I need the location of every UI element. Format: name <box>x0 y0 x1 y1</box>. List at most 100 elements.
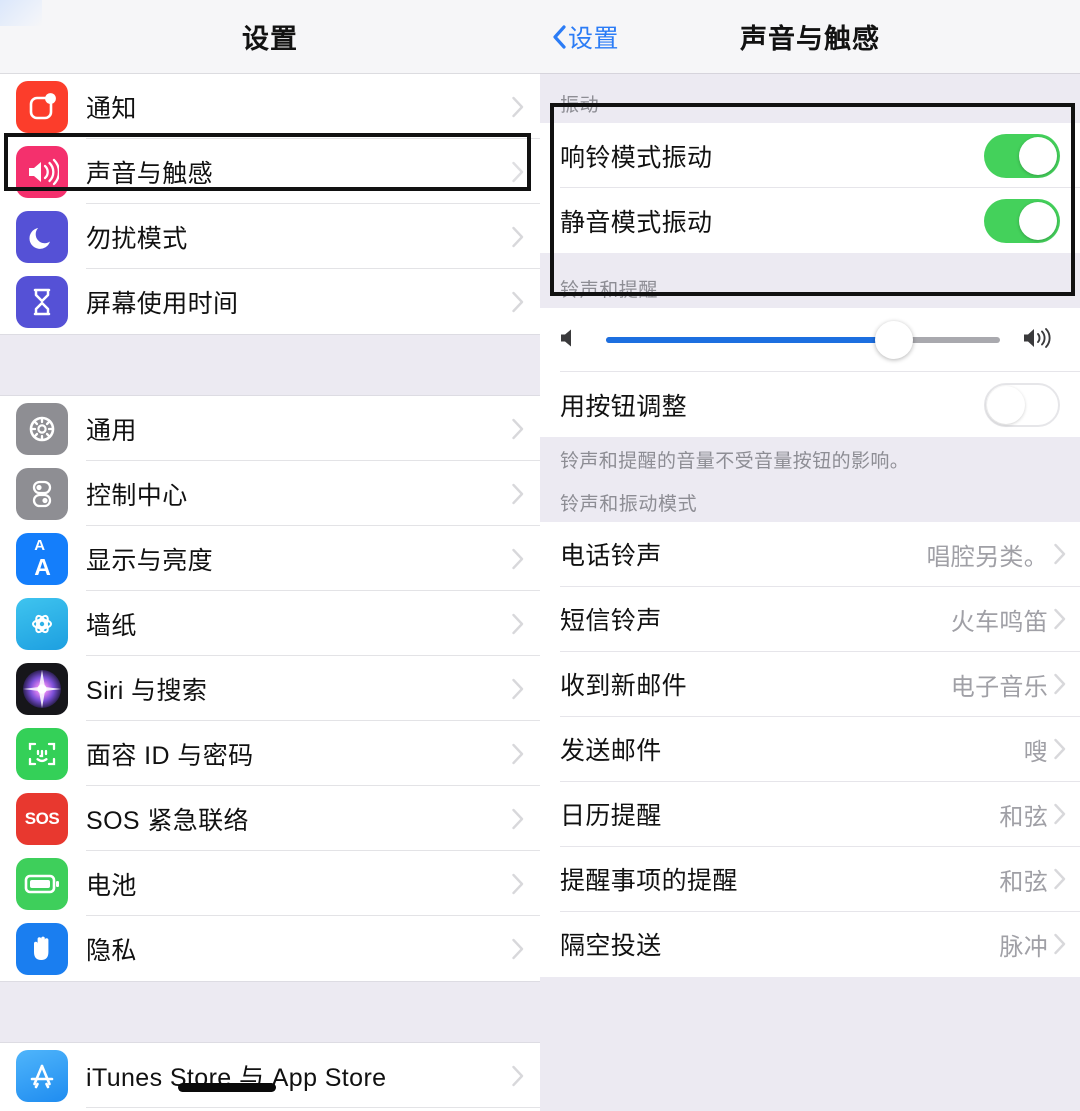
sounds-group-header: 铃声和振动模式 <box>540 484 1080 522</box>
display-brightness-icon: AA <box>16 532 68 585</box>
row-airdrop[interactable]: 隔空投送 脉冲 <box>540 911 1080 977</box>
app-store-icon <box>16 1049 68 1102</box>
sidebar-item-battery[interactable]: 电池 <box>0 851 540 916</box>
chevron-right-icon <box>512 613 524 634</box>
row-label: 隔空投送 <box>560 932 662 961</box>
vibration-group: 响铃模式振动 静音模式振动 <box>540 123 1080 253</box>
row-value: 嗖 <box>1023 738 1048 766</box>
sidebar-item-privacy[interactable]: 隐私 <box>0 916 540 981</box>
chevron-right-icon <box>512 161 524 182</box>
sound-haptics-icon <box>16 145 68 198</box>
chevron-right-icon <box>1054 738 1066 760</box>
sidebar-section-divider-1 <box>0 334 540 396</box>
chevron-right-icon <box>512 938 524 959</box>
toggle-knob <box>1019 201 1057 240</box>
row-new-mail[interactable]: 收到新邮件 电子音乐 <box>540 651 1080 717</box>
sidebar-item-itunes-app-store[interactable]: iTunes Store 与 App Store <box>0 1043 540 1108</box>
row-label: 电话铃声 <box>560 542 662 571</box>
row-vibrate-on-silent[interactable]: 静音模式振动 <box>540 188 1080 253</box>
volume-high-icon <box>1022 325 1062 356</box>
chevron-right-icon <box>1054 608 1066 630</box>
sidebar-item-siri-search[interactable]: Siri 与搜索 <box>0 656 540 721</box>
settings-sidebar-panel: 设置 通知 声音与触感 勿扰模式 屏幕使用时间 通用 控制中心 A A 显示与亮… <box>0 0 540 1111</box>
chevron-right-icon <box>1054 673 1066 695</box>
row-label: 响铃模式振动 <box>560 143 713 172</box>
sidebar-item-label: 显示与亮度 <box>86 546 214 575</box>
chevron-right-icon <box>1054 803 1066 825</box>
vibrate-on-ring-toggle[interactable] <box>984 133 1060 178</box>
notifications-icon <box>16 80 68 133</box>
control-center-icon <box>16 467 68 520</box>
chevron-right-icon <box>512 1065 524 1086</box>
face-id-icon <box>16 727 68 780</box>
sidebar-item-label: 通用 <box>86 416 137 445</box>
toggle-knob <box>987 385 1025 424</box>
ringer-volume-slider-row[interactable] <box>540 308 1080 372</box>
sidebar-title: 设置 <box>242 24 298 54</box>
screen-time-icon <box>16 275 68 328</box>
chevron-right-icon <box>512 548 524 569</box>
sidebar-item-sound-haptics[interactable]: 声音与触感 <box>0 139 540 204</box>
row-text-tone[interactable]: 短信铃声 火车鸣笛 <box>540 586 1080 652</box>
row-vibrate-on-ring[interactable]: 响铃模式振动 <box>540 123 1080 188</box>
sidebar-item-general[interactable]: 通用 <box>0 396 540 461</box>
slider-thumb[interactable] <box>874 321 913 359</box>
chevron-right-icon <box>512 96 524 117</box>
sidebar-item-emergency-sos[interactable]: SOS SOS 紧急联络 <box>0 786 540 851</box>
sidebar-item-display-brightness[interactable]: AA 显示与亮度 <box>0 526 540 591</box>
siri-icon <box>16 662 68 715</box>
sidebar-item-label: Siri 与搜索 <box>86 676 208 705</box>
chevron-right-icon <box>1054 543 1066 565</box>
sidebar-item-wallpaper[interactable]: 墙纸 <box>0 591 540 656</box>
slider-fill <box>606 337 894 343</box>
chevron-right-icon <box>512 291 524 312</box>
sidebar-item-control-center[interactable]: 控制中心 <box>0 461 540 526</box>
sidebar-item-face-id-passcode[interactable]: 面容 ID 与密码 <box>0 721 540 786</box>
sidebar-item-label: 隐私 <box>86 936 137 965</box>
detail-title: 声音与触感 <box>740 24 880 54</box>
vibration-group-header: 振动 <box>540 74 1080 123</box>
sidebar-item-label: 电池 <box>86 871 137 900</box>
row-sent-mail[interactable]: 发送邮件 嗖 <box>540 716 1080 782</box>
vibrate-on-silent-toggle[interactable] <box>984 198 1060 243</box>
row-ringtone[interactable]: 电话铃声 唱腔另类。 <box>540 521 1080 587</box>
back-button[interactable]: 设置 <box>552 19 619 55</box>
row-label: 发送邮件 <box>560 737 662 766</box>
row-label: 日历提醒 <box>560 802 662 831</box>
chevron-left-icon <box>552 24 566 49</box>
sidebar-item-screen-time[interactable]: 屏幕使用时间 <box>0 269 540 334</box>
volume-low-icon <box>558 326 584 355</box>
row-value: 脉冲 <box>999 933 1048 961</box>
privacy-hand-icon <box>16 922 68 975</box>
sidebar-item-label: 面容 ID 与密码 <box>86 741 254 770</box>
row-calendar-alert[interactable]: 日历提醒 和弦 <box>540 781 1080 847</box>
sidebar-item-label: 墙纸 <box>86 611 137 640</box>
sidebar-navbar: 设置 <box>0 0 540 74</box>
sidebar-item-label: 勿扰模式 <box>86 224 188 253</box>
chevron-right-icon <box>512 418 524 439</box>
sound-haptics-detail-panel: 设置 声音与触感 振动 响铃模式振动 静音模式振动 铃声和提醒 用按钮调整 铃声… <box>540 0 1080 1111</box>
chevron-right-icon <box>512 743 524 764</box>
change-with-buttons-toggle[interactable] <box>984 382 1060 427</box>
general-gear-icon <box>16 402 68 455</box>
row-label: 收到新邮件 <box>560 672 688 701</box>
ringer-group-footer: 铃声和提醒的音量不受音量按钮的影响。 <box>540 437 1080 485</box>
row-label: 短信铃声 <box>560 607 662 636</box>
sidebar-section-1: 通知 声音与触感 勿扰模式 屏幕使用时间 <box>0 74 540 334</box>
sidebar-section-2: 通用 控制中心 A A 显示与亮度 墙纸 Siri 与搜索 面容 ID 与密码 … <box>0 396 540 981</box>
row-change-with-buttons[interactable]: 用按钮调整 <box>540 372 1080 437</box>
ringer-group-header: 铃声和提醒 <box>540 253 1080 308</box>
chevron-right-icon <box>1054 868 1066 890</box>
detail-navbar: 设置 声音与触感 <box>540 0 1080 74</box>
sidebar-section-3: iTunes Store 与 App Store 钱包与 Apple Pay <box>0 1043 540 1111</box>
row-reminder-alert[interactable]: 提醒事项的提醒 和弦 <box>540 846 1080 912</box>
sidebar-item-notifications[interactable]: 通知 <box>0 74 540 139</box>
ringer-volume-slider[interactable] <box>606 321 1000 359</box>
sidebar-item-do-not-disturb[interactable]: 勿扰模式 <box>0 204 540 269</box>
row-value: 和弦 <box>999 868 1048 896</box>
sidebar-item-label: 通知 <box>86 94 137 123</box>
sidebar-item-label: 声音与触感 <box>86 159 214 188</box>
sounds-group: 电话铃声 唱腔另类。 短信铃声 火车鸣笛 收到新邮件 电子音乐 发送邮件 嗖 日… <box>540 521 1080 977</box>
emergency-sos-icon: SOS <box>16 792 68 845</box>
battery-icon <box>16 857 68 910</box>
